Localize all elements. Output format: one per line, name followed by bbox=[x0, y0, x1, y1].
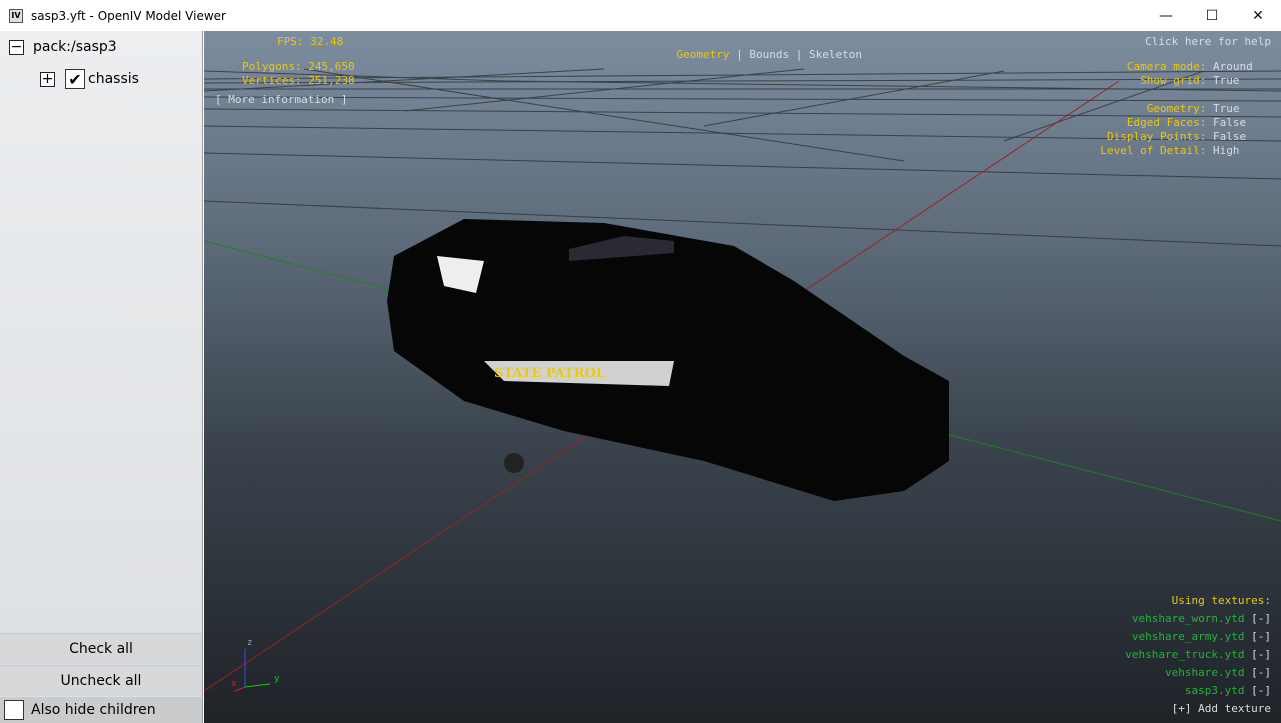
title-bar: IV sasp3.yft - OpenIV Model Viewer — ☐ ✕ bbox=[0, 0, 1281, 31]
polygons-readout: Polygons: 245,650 bbox=[242, 60, 355, 73]
settings-panel: Camera mode: Around Show grid: True Geom… bbox=[1100, 60, 1255, 158]
textures-panel: Using textures: vehshare_worn.ytd [-] ve… bbox=[1125, 592, 1271, 718]
model-tree-panel: − pack:/sasp3 + ✔ chassis Check all Unch… bbox=[0, 31, 203, 723]
axis-label-z: z bbox=[247, 638, 253, 648]
tree-root-label: pack:/sasp3 bbox=[33, 39, 117, 55]
help-link[interactable]: Click here for help bbox=[1145, 35, 1271, 48]
remove-texture-button[interactable]: [-] bbox=[1251, 648, 1271, 661]
vertices-readout: Vertices: 251,238 bbox=[242, 74, 355, 87]
close-button[interactable]: ✕ bbox=[1235, 0, 1281, 31]
texture-item: sasp3.ytd [-] bbox=[1184, 684, 1271, 697]
texture-item: vehshare_worn.ytd [-] bbox=[1131, 612, 1271, 625]
collapse-icon[interactable]: − bbox=[9, 39, 24, 55]
setting-camera-mode[interactable]: Camera mode: Around bbox=[1100, 60, 1255, 74]
texture-item: vehshare_truck.ytd [-] bbox=[1125, 648, 1271, 661]
window-title: sasp3.yft - OpenIV Model Viewer bbox=[31, 8, 226, 23]
setting-level-of-detail[interactable]: Level of Detail: High bbox=[1100, 144, 1255, 158]
3d-viewport[interactable]: STATE PATROL FPS: 32.48 Polygons: 245,65… bbox=[204, 31, 1281, 723]
tree-item-label: chassis bbox=[88, 71, 139, 87]
also-hide-children-option[interactable]: Also hide children bbox=[0, 697, 202, 723]
also-hide-children-checkbox[interactable] bbox=[4, 700, 24, 720]
tab-bounds[interactable]: Bounds bbox=[749, 48, 789, 61]
tree-item-chassis[interactable]: + ✔ chassis bbox=[40, 69, 139, 89]
setting-show-grid[interactable]: Show grid: True bbox=[1100, 74, 1255, 88]
remove-texture-button[interactable]: [-] bbox=[1251, 684, 1271, 697]
setting-geometry[interactable]: Geometry: True bbox=[1100, 102, 1255, 116]
texture-item: vehshare.ytd [-] bbox=[1165, 666, 1271, 679]
textures-title: Using textures: bbox=[1171, 594, 1271, 607]
more-information-link[interactable]: [ More information ] bbox=[215, 93, 347, 106]
app-icon: IV bbox=[9, 8, 23, 23]
fps-readout: FPS: 32.48 bbox=[277, 35, 344, 48]
svg-text:STATE PATROL: STATE PATROL bbox=[494, 366, 605, 381]
uncheck-all-button[interactable]: Uncheck all bbox=[0, 665, 202, 696]
also-hide-children-label: Also hide children bbox=[31, 702, 156, 718]
check-all-button[interactable]: Check all bbox=[0, 633, 202, 664]
axis-label-x: x bbox=[231, 679, 237, 689]
chassis-checkbox[interactable]: ✔ bbox=[65, 69, 85, 89]
vehicle-model: STATE PATROL bbox=[387, 219, 949, 501]
setting-display-points[interactable]: Display Points: False bbox=[1100, 130, 1255, 144]
view-mode-tabs: Geometry | Bounds | Skeleton bbox=[676, 48, 862, 61]
remove-texture-button[interactable]: [-] bbox=[1251, 666, 1271, 679]
add-texture-button[interactable]: [+] Add texture bbox=[1125, 700, 1271, 718]
setting-edged-faces[interactable]: Edged Faces: False bbox=[1100, 116, 1255, 130]
axis-gizmo bbox=[234, 649, 271, 692]
expand-icon[interactable]: + bbox=[40, 71, 55, 87]
maximize-button[interactable]: ☐ bbox=[1189, 0, 1235, 31]
texture-item: vehshare_army.ytd [-] bbox=[1131, 630, 1271, 643]
tab-geometry[interactable]: Geometry bbox=[677, 48, 730, 61]
axis-label-y: y bbox=[274, 674, 280, 684]
tree-root[interactable]: − pack:/sasp3 bbox=[9, 39, 117, 55]
tab-skeleton[interactable]: Skeleton bbox=[809, 48, 862, 61]
remove-texture-button[interactable]: [-] bbox=[1251, 630, 1271, 643]
minimize-button[interactable]: — bbox=[1143, 0, 1189, 31]
remove-texture-button[interactable]: [-] bbox=[1251, 612, 1271, 625]
